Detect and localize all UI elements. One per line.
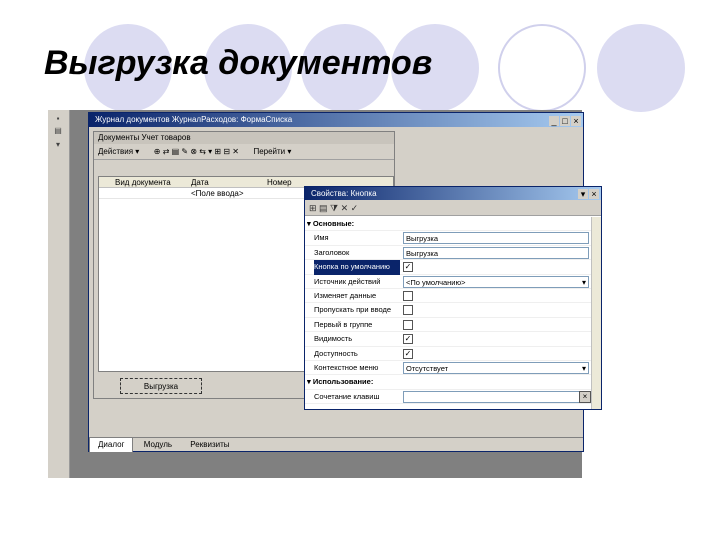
ide-screenshot: ▪ ▤ ▾ Журнал документов ЖурналРасходов: … xyxy=(48,110,602,478)
actions-menu[interactable]: Действия ▾ xyxy=(98,147,139,156)
collapse-icon[interactable]: ▾ xyxy=(52,140,64,150)
tab-module[interactable]: Модуль xyxy=(136,438,180,452)
property-checkbox[interactable] xyxy=(403,305,413,316)
col-doc-type[interactable]: Вид документа xyxy=(115,177,171,188)
property-input[interactable]: Выгрузка xyxy=(403,246,589,259)
form-toolbar: Действия ▾ ⊕ ⇄ ▤ ✎ ⊗ ⇆ ▾ ⊞ ⊟ ✕ Перейти ▾ xyxy=(94,144,394,160)
property-label: Контекстное меню xyxy=(314,362,379,372)
col-date[interactable]: Дата xyxy=(191,177,209,188)
property-label: Источник действий xyxy=(314,276,381,286)
property-label: Имя xyxy=(314,233,329,243)
properties-scrollbar[interactable] xyxy=(591,217,601,409)
property-select[interactable]: <По умолчанию> xyxy=(403,275,589,288)
property-checkbox[interactable] xyxy=(403,319,413,330)
property-label: Доступность xyxy=(314,348,358,358)
property-row[interactable]: Сочетание клавиш × xyxy=(305,390,601,405)
editor-tabs: Диалог Модуль Реквизиты xyxy=(89,437,583,453)
journal-titlebar: Журнал документов ЖурналРасходов: ФормаС… xyxy=(89,113,583,127)
journal-window: Журнал документов ЖурналРасходов: ФормаС… xyxy=(88,112,602,453)
property-row[interactable]: Имя Выгрузка xyxy=(305,231,601,246)
property-checkbox[interactable] xyxy=(403,290,413,301)
property-category[interactable]: ▾ Основные: xyxy=(305,217,601,232)
left-toolbar: ▪ ▤ ▾ xyxy=(48,110,70,478)
close-icon[interactable]: × xyxy=(571,116,581,126)
properties-titlebar: Свойства: Кнопка ▾ × xyxy=(305,187,601,200)
property-row[interactable]: Заголовок Выгрузка xyxy=(305,246,601,261)
journal-title: Журнал документов ЖурналРасходов: ФормаС… xyxy=(95,115,293,124)
properties-window: Свойства: Кнопка ▾ × ⊞ ▤ ⧩ ✕ ✓ ▾ Основные… xyxy=(304,186,602,410)
maximize-icon[interactable]: □ xyxy=(560,116,570,126)
property-label: Кнопка по умолчанию xyxy=(314,260,400,275)
property-label: ▾ Основные: xyxy=(307,219,355,228)
form-caption: Документы Учет товаров xyxy=(94,132,394,144)
property-select[interactable]: Отсутствует xyxy=(403,361,589,374)
property-label: Сочетание клавиш xyxy=(314,391,380,401)
tree-icon[interactable]: ▤ xyxy=(52,126,64,136)
property-input[interactable]: Выгрузка xyxy=(403,232,589,245)
property-row[interactable]: Доступность ✓ xyxy=(305,347,601,361)
properties-toolbar[interactable]: ⊞ ▤ ⧩ ✕ ✓ xyxy=(305,200,601,216)
property-input[interactable] xyxy=(403,390,589,403)
property-checkbox[interactable]: ✓ xyxy=(403,348,413,359)
property-row[interactable]: Кнопка по умолчанию ✓ xyxy=(305,260,601,275)
property-label: Заголовок xyxy=(314,247,350,257)
property-row[interactable]: Источник действий <По умолчанию> xyxy=(305,275,601,289)
decor-circle-6 xyxy=(597,24,685,112)
pin-icon[interactable]: ▪ xyxy=(52,114,64,124)
export-button[interactable]: Выгрузка xyxy=(120,378,202,394)
decor-circle-5 xyxy=(498,24,586,112)
tab-dialog[interactable]: Диалог xyxy=(89,438,134,453)
property-label: ▾ Использование: xyxy=(307,377,374,387)
property-label: Изменяет данные xyxy=(314,290,377,300)
property-list: ▾ Основные: Имя Выгрузка Заголовок Выгрузка К… xyxy=(305,217,601,405)
dropdown-icon[interactable]: ▾ xyxy=(578,189,588,199)
props-close-icon[interactable]: × xyxy=(589,189,599,199)
property-label: Видимость xyxy=(314,334,353,344)
property-label: Первый в группе xyxy=(314,319,373,329)
row-field: <Поле ввода> xyxy=(191,189,244,198)
col-number[interactable]: Номер xyxy=(267,177,292,188)
clear-icon[interactable]: × xyxy=(579,390,591,403)
minimize-icon[interactable]: _ xyxy=(549,116,559,126)
property-category[interactable]: ▾ Использование: xyxy=(305,375,601,390)
goto-menu[interactable]: Перейти ▾ xyxy=(253,147,291,156)
property-row[interactable]: Первый в группе xyxy=(305,318,601,333)
toolbar-icons[interactable]: ⊕ ⇄ ▤ ✎ ⊗ ⇆ ▾ ⊞ ⊟ ✕ xyxy=(154,147,239,156)
property-row[interactable]: Контекстное меню Отсутствует xyxy=(305,361,601,376)
property-row[interactable]: Изменяет данные xyxy=(305,289,601,304)
slide-title: Выгрузка документов xyxy=(44,44,433,82)
tab-attributes[interactable]: Реквизиты xyxy=(182,438,237,452)
property-checkbox[interactable]: ✓ xyxy=(403,262,413,273)
property-row[interactable]: Видимость ✓ xyxy=(305,332,601,347)
property-checkbox[interactable]: ✓ xyxy=(403,334,413,345)
properties-title: Свойства: Кнопка xyxy=(311,189,377,198)
property-label: Пропускать при вводе xyxy=(314,305,392,315)
property-row[interactable]: Пропускать при вводе xyxy=(305,303,601,318)
